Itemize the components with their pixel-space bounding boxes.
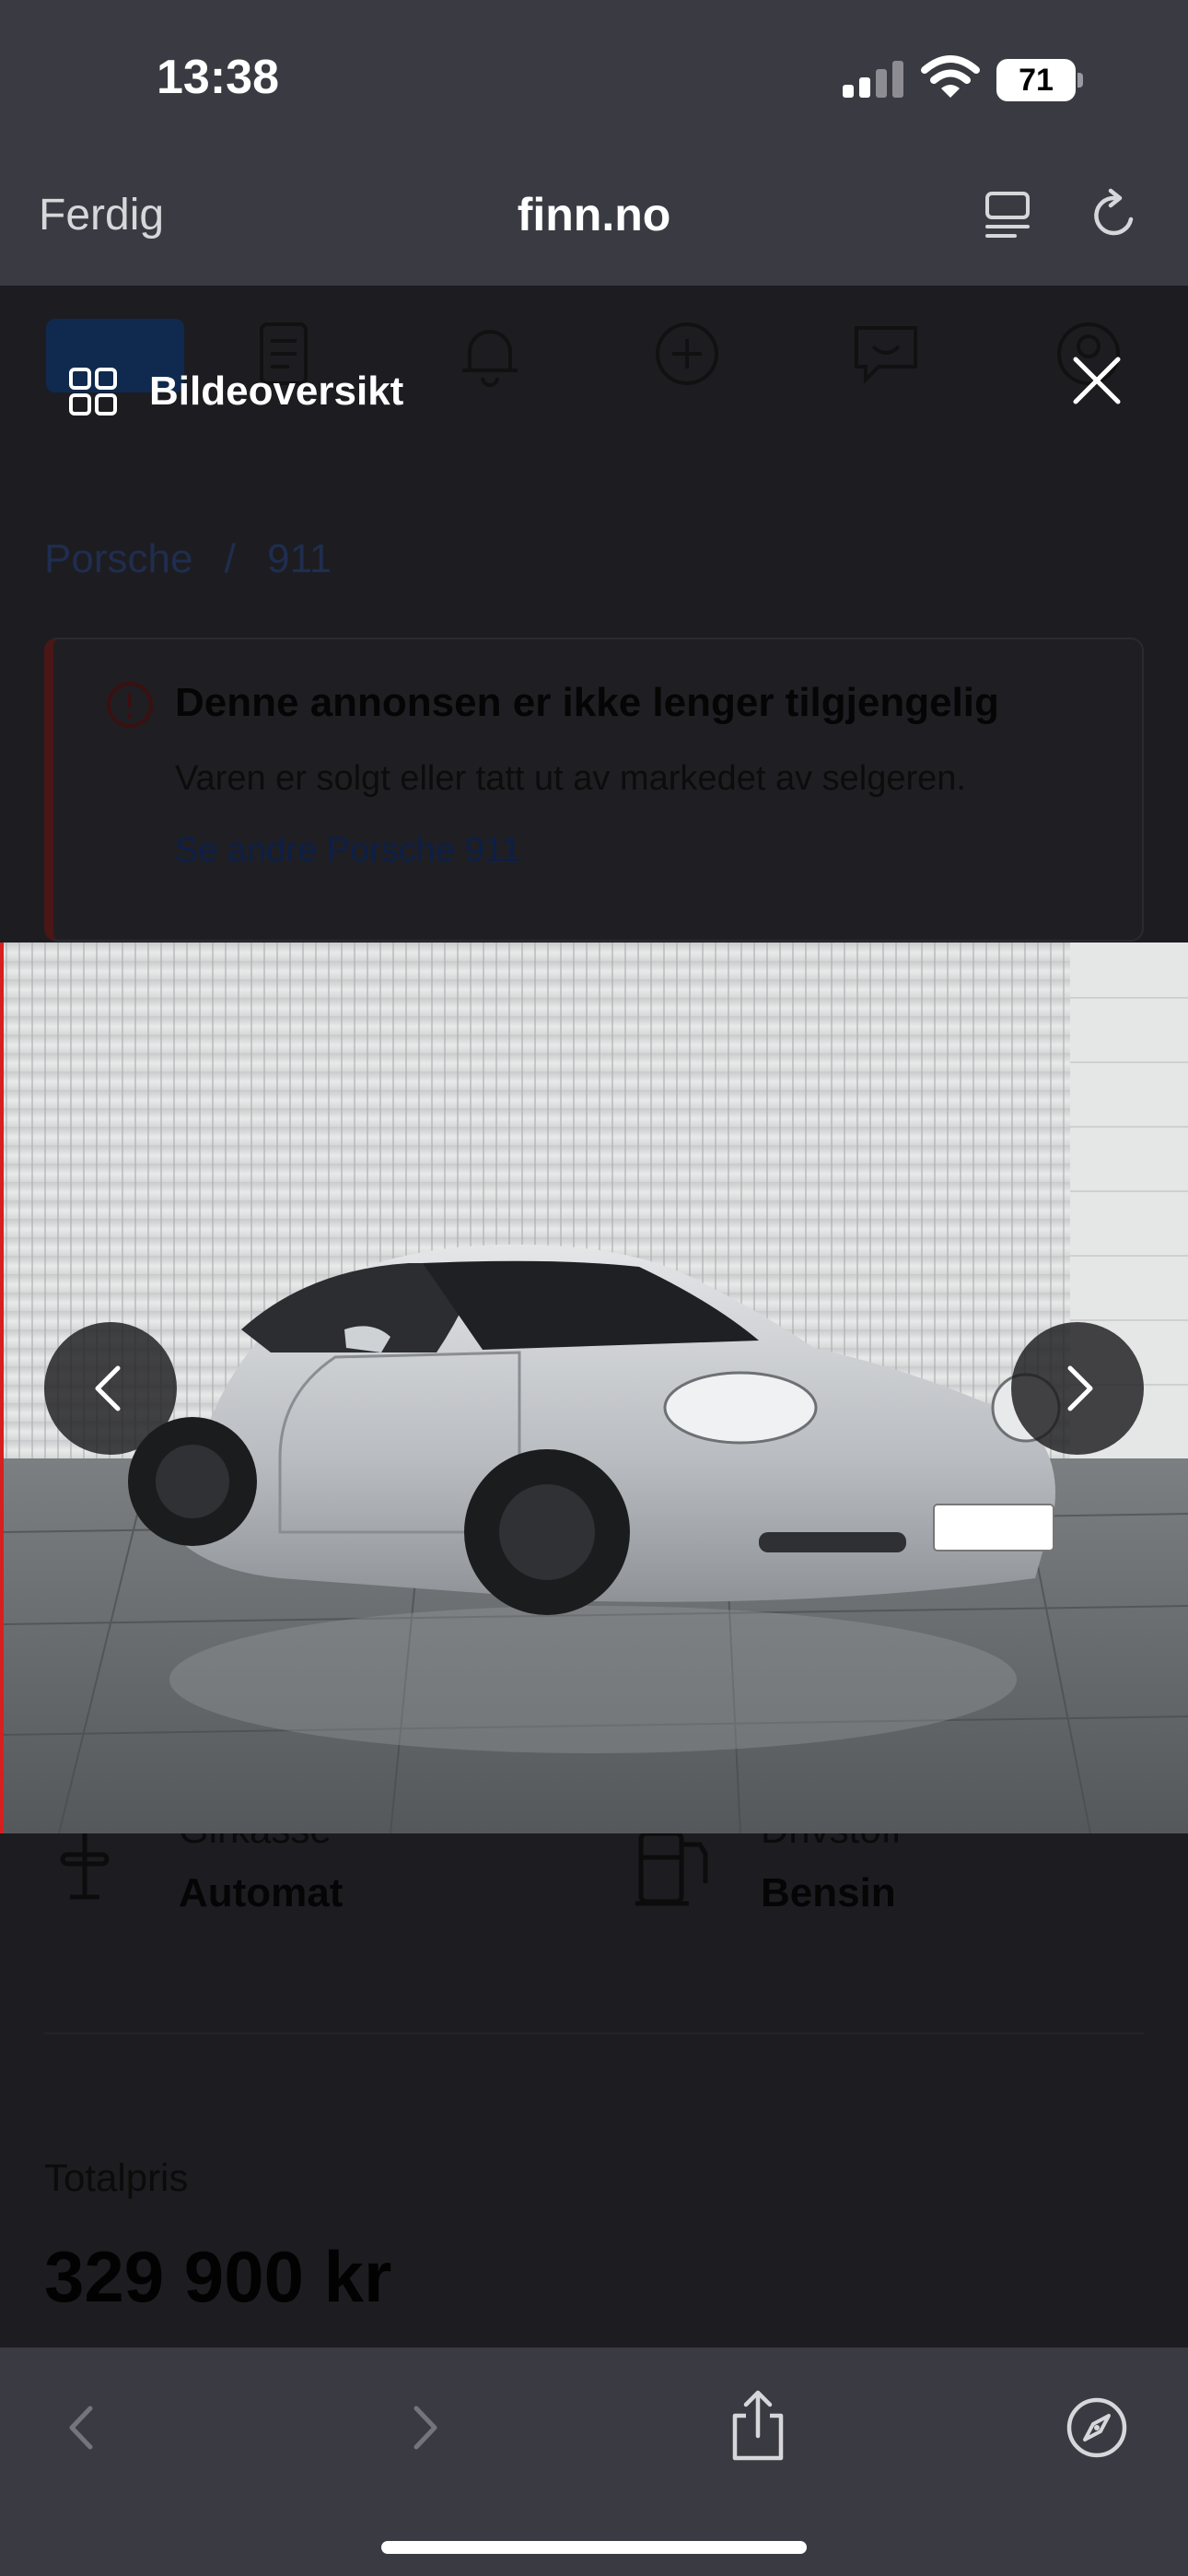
fuel-pump-icon: [635, 1831, 708, 1906]
reader-view-icon[interactable]: [982, 190, 1033, 241]
done-button[interactable]: Ferdig: [39, 190, 164, 240]
home-indicator: [381, 2541, 807, 2554]
total-price-label: Totalpris: [44, 2156, 189, 2199]
chevron-right-icon: [1067, 1365, 1093, 1411]
forward-icon[interactable]: [392, 2395, 457, 2460]
previous-photo-button[interactable]: [44, 1322, 177, 1455]
fuel-value: Bensin: [761, 1870, 896, 1915]
messages-icon: [855, 326, 917, 384]
see-other-link[interactable]: Se andre Porsche 911: [175, 831, 520, 871]
battery-icon: 71: [996, 59, 1083, 101]
safari-top-bar: Ferdig finn.no: [0, 157, 1188, 286]
status-time: 13:38: [157, 51, 279, 104]
reload-icon[interactable]: [1087, 188, 1142, 243]
status-bar: 13:38 71: [0, 0, 1188, 157]
close-icon[interactable]: [1068, 352, 1125, 409]
back-icon[interactable]: [50, 2395, 114, 2460]
compass-icon[interactable]: [1065, 2395, 1129, 2460]
battery-level: 71: [996, 59, 1076, 101]
battery-tip: [1077, 73, 1083, 88]
grid-icon: [69, 368, 117, 416]
car-photo[interactable]: [0, 943, 1188, 1833]
gearbox-icon: [60, 1832, 110, 1900]
breadcrumb-separator: /: [224, 536, 236, 581]
breadcrumb-make[interactable]: Porsche: [44, 536, 192, 581]
notice-title: Denne annonsen er ikke lenger tilgjengel…: [175, 680, 999, 725]
unavailable-notice: Denne annonsen er ikke lenger tilgjengel…: [44, 638, 1144, 942]
cellular-signal-icon: [843, 61, 903, 98]
chevron-left-icon: [95, 1365, 121, 1411]
next-photo-button[interactable]: [1011, 1322, 1144, 1455]
image-overview-button[interactable]: Bildeoversikt: [68, 359, 403, 424]
notice-text: Varen er solgt eller tatt ut av markedet…: [175, 759, 966, 798]
gearbox-value: Automat: [179, 1870, 344, 1915]
breadcrumb: Porsche / 911: [44, 536, 352, 582]
breadcrumb-model[interactable]: 911: [267, 536, 332, 581]
wifi-icon: [921, 55, 980, 98]
divider: [44, 2032, 1144, 2034]
share-icon[interactable]: [726, 2388, 790, 2462]
image-overview-label: Bildeoversikt: [149, 369, 404, 414]
add-circle-icon: [656, 322, 718, 385]
total-price: 329 900 kr: [44, 2236, 392, 2317]
alert-icon: [107, 682, 153, 728]
bell-icon: [462, 330, 518, 387]
